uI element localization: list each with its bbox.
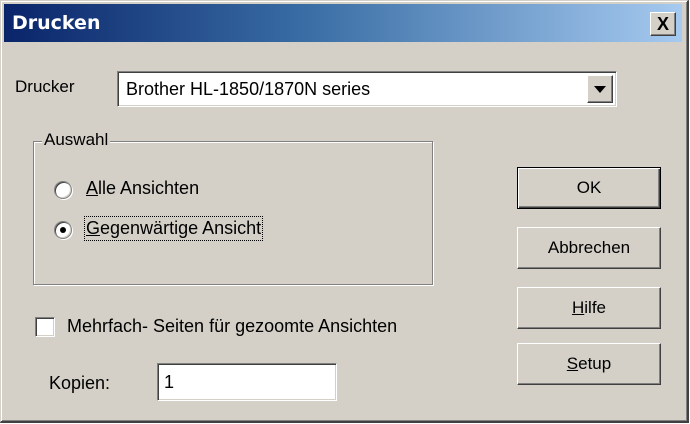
printer-dropdown[interactable]: Brother HL-1850/1870N series	[117, 71, 617, 107]
selection-group-title: Auswahl	[42, 130, 111, 150]
radio-all-views[interactable]	[54, 181, 72, 199]
multipage-label[interactable]: Mehrfach- Seiten für gezoomte Ansichten	[67, 316, 397, 337]
radio-all-views-label[interactable]: Alle Ansichten	[86, 178, 199, 199]
close-icon: X	[656, 14, 669, 34]
printer-selected: Brother HL-1850/1870N series	[126, 79, 371, 99]
setup-button[interactable]: Setup	[517, 343, 661, 385]
selection-group: Auswahl Alle Ansichten Gegenwärtige Ansi…	[33, 130, 433, 285]
print-dialog: Drucken X Drucker Brother HL-1850/1870N …	[0, 0, 689, 423]
radio-current-view[interactable]	[54, 221, 72, 239]
help-button[interactable]: Hilfe	[517, 287, 661, 329]
copies-label: Kopien:	[49, 373, 111, 393]
ok-button[interactable]: OK	[517, 167, 661, 209]
multipage-checkbox[interactable]	[35, 317, 55, 337]
copies-input[interactable]	[157, 363, 337, 401]
close-button[interactable]: X	[650, 12, 676, 36]
cancel-button[interactable]: Abbrechen	[517, 227, 661, 269]
chevron-down-icon	[594, 85, 606, 93]
title-bar[interactable]: Drucken X	[4, 4, 682, 42]
dropdown-button[interactable]	[587, 75, 613, 103]
radio-current-view-label[interactable]: Gegenwärtige Ansicht	[83, 216, 264, 241]
printer-label: Drucker	[15, 77, 75, 96]
dialog-title: Drucken	[12, 12, 101, 34]
